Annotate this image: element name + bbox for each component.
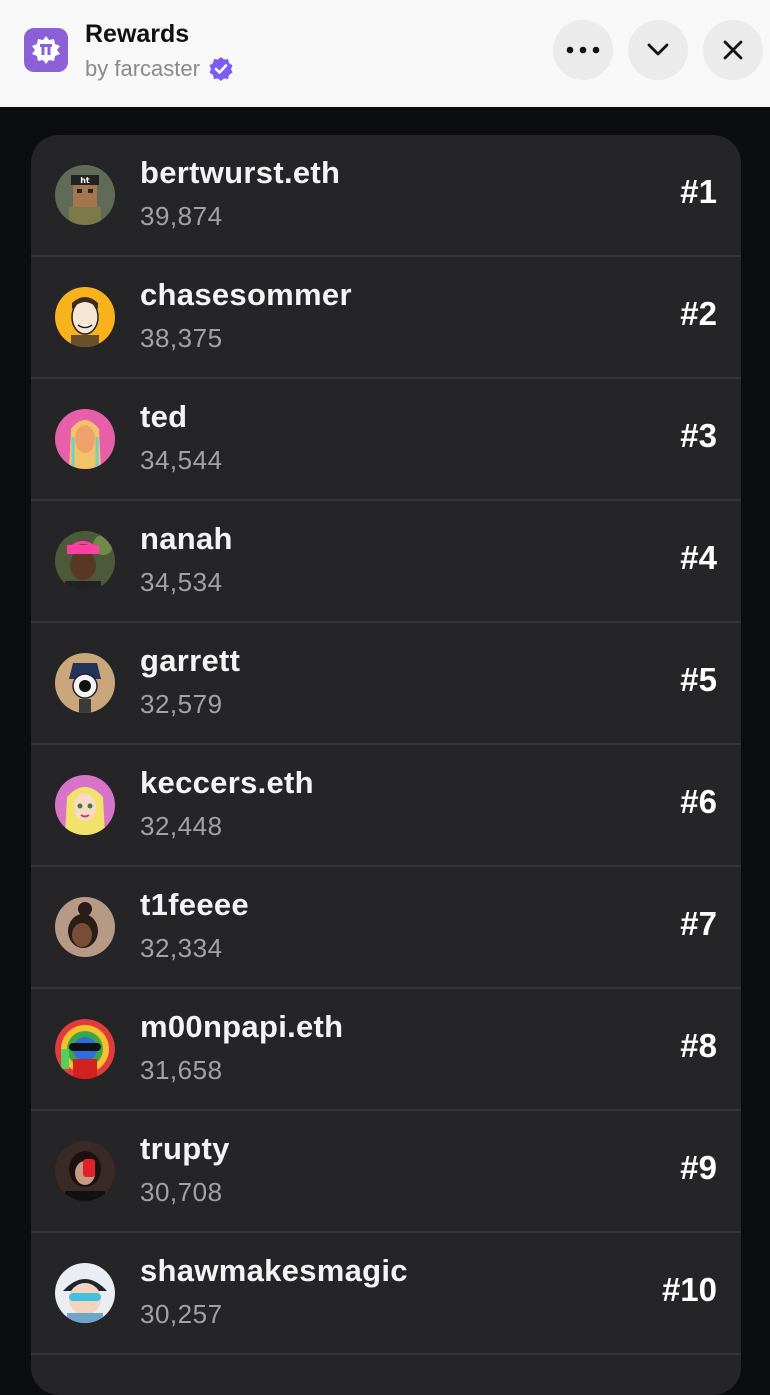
score: 39,874 (140, 201, 223, 231)
chevron-down-icon (647, 43, 669, 56)
username: chasesommer (140, 277, 352, 312)
score: 30,257 (140, 1299, 223, 1329)
rank: #7 (680, 905, 717, 942)
score: 31,658 (140, 1055, 223, 1085)
rank: #8 (680, 1027, 717, 1064)
leaderboard-row[interactable]: keccers.eth 32,448 #6 (31, 745, 741, 867)
leaderboard-row[interactable]: ht bertwurst.eth 39,874 #1 (31, 135, 741, 257)
verified-badge-icon (208, 56, 234, 82)
rank: #1 (680, 173, 717, 210)
username: keccers.eth (140, 765, 314, 800)
rank: #6 (680, 783, 717, 820)
leaderboard-row[interactable]: ted 34,544 #3 (31, 379, 741, 501)
rank: #10 (661, 1271, 717, 1308)
leaderboard-list: ht bertwurst.eth 39,874 #1 chasesommer 3… (31, 135, 741, 1395)
leaderboard-row[interactable]: shawmakesmagic 30,257 #10 (31, 1233, 741, 1355)
username: m00npapi.eth (140, 1009, 344, 1044)
leaderboard-row[interactable]: garrett 32,579 #5 (31, 623, 741, 745)
close-button[interactable] (703, 20, 763, 80)
more-options-button[interactable] (553, 20, 613, 80)
leaderboard-row[interactable]: trupty 30,708 #9 (31, 1111, 741, 1233)
collapse-button[interactable] (628, 20, 688, 80)
leaderboard-row[interactable]: m00npapi.eth 31,658 #8 (31, 989, 741, 1111)
svg-text:ht: ht (80, 176, 90, 185)
avatar (55, 897, 115, 957)
username: trupty (140, 1131, 230, 1166)
rank: #3 (680, 417, 717, 454)
more-options-icon (566, 46, 600, 54)
rank: #5 (680, 661, 717, 698)
score: 34,544 (140, 445, 223, 475)
avatar (55, 775, 115, 835)
username: ted (140, 399, 188, 434)
frame-header: Rewards by farcaster (0, 0, 770, 107)
username: nanah (140, 521, 233, 556)
username: t1feeee (140, 887, 249, 922)
app-byline: by farcaster (85, 56, 234, 82)
avatar: ht (55, 165, 115, 225)
rank: #2 (680, 295, 717, 332)
byline-text: by farcaster (85, 56, 200, 81)
avatar (55, 409, 115, 469)
rank: #9 (680, 1149, 717, 1186)
leaderboard-row[interactable]: chasesommer 38,375 #2 (31, 257, 741, 379)
avatar (55, 653, 115, 713)
username: shawmakesmagic (140, 1253, 408, 1288)
rank: #4 (680, 539, 717, 576)
close-icon (723, 40, 743, 60)
avatar (55, 287, 115, 347)
leaderboard-row[interactable]: nanah 34,534 #4 (31, 501, 741, 623)
score: 32,448 (140, 811, 223, 841)
leaderboard-row[interactable]: t1feeee 32,334 #7 (31, 867, 741, 989)
score: 34,534 (140, 567, 223, 597)
score: 38,375 (140, 323, 223, 353)
username: bertwurst.eth (140, 155, 341, 190)
avatar (55, 1019, 115, 1079)
avatar (55, 1263, 115, 1323)
score: 30,708 (140, 1177, 223, 1207)
app-title: Rewards (85, 20, 190, 48)
farcaster-app-icon (24, 28, 68, 72)
avatar (55, 531, 115, 591)
score: 32,579 (140, 689, 223, 719)
score: 32,334 (140, 933, 223, 963)
avatar (55, 1141, 115, 1201)
username: garrett (140, 643, 241, 678)
